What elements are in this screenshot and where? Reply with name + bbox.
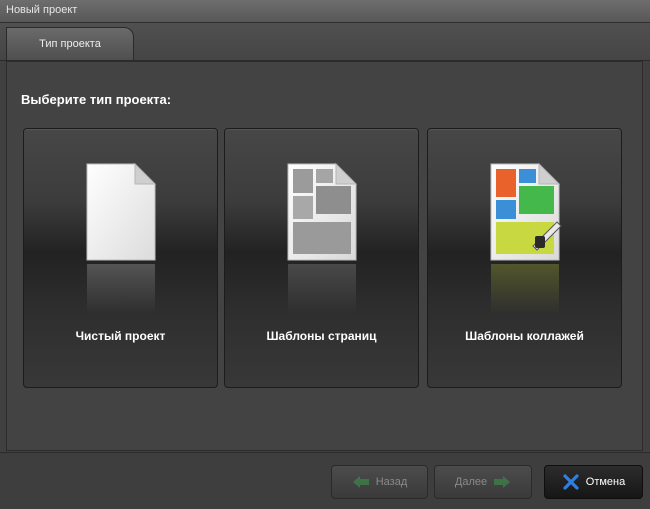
blank-page-icon xyxy=(86,162,157,261)
button-bar: Назад Далее Отмена xyxy=(0,452,650,509)
next-button[interactable]: Далее xyxy=(434,465,532,499)
arrow-right-icon xyxy=(494,476,511,488)
tab-project-type[interactable]: Тип проекта xyxy=(6,27,134,60)
title-bar: Новый проект xyxy=(0,0,650,23)
prompt-heading: Выберите тип проекта: xyxy=(21,92,172,107)
page-template-reflection xyxy=(288,264,356,314)
content-panel: Выберите тип проекта: Чистый проект Шабл… xyxy=(6,61,643,451)
cancel-button-label: Отмена xyxy=(585,476,626,488)
new-project-dialog: Новый проект Тип проекта Выберите тип пр… xyxy=(0,0,650,509)
tab-bar: Тип проекта xyxy=(0,23,650,61)
tab-label: Тип проекта xyxy=(39,38,101,50)
blank-page-reflection xyxy=(87,264,155,314)
collage-template-reflection xyxy=(491,264,559,314)
back-button-label: Назад xyxy=(375,476,408,488)
close-icon xyxy=(563,474,579,490)
collage-template-icon xyxy=(490,162,562,261)
window-title: Новый проект xyxy=(6,4,78,16)
option-label: Шаблоны коллажей xyxy=(465,329,584,343)
back-button[interactable]: Назад xyxy=(331,465,428,499)
option-blank-project[interactable]: Чистый проект xyxy=(23,128,218,388)
page-template-icon xyxy=(287,162,358,261)
option-page-templates[interactable]: Шаблоны страниц xyxy=(224,128,419,388)
option-collage-templates[interactable]: Шаблоны коллажей xyxy=(427,128,622,388)
option-label: Чистый проект xyxy=(75,329,166,343)
next-button-label: Далее xyxy=(454,476,488,488)
arrow-left-icon xyxy=(352,476,369,488)
cancel-button[interactable]: Отмена xyxy=(544,465,643,499)
option-label: Шаблоны страниц xyxy=(266,329,377,343)
